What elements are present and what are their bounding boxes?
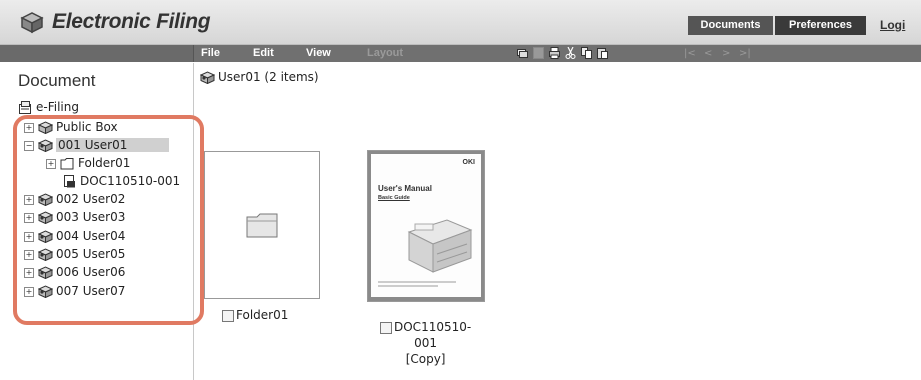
user-box-icon (200, 71, 215, 84)
folder-thumbnail[interactable] (204, 151, 320, 299)
toolbar-spacer (0, 45, 194, 62)
print-icon[interactable] (549, 47, 560, 59)
toolbar: File Edit View Layout |< < > >| (0, 45, 921, 62)
save-icon[interactable] (533, 47, 544, 59)
folder-checkbox[interactable] (222, 309, 234, 322)
document-page-preview: OKI User's Manual Basic Guide (371, 154, 481, 297)
document-name-line: 001 (414, 336, 438, 350)
app-header: Electronic Filing Documents Preferences … (0, 0, 921, 45)
login-link[interactable]: Logi (880, 18, 905, 32)
efiling-icon (19, 101, 31, 114)
tree-root-label: e-Filing (36, 100, 79, 114)
folder-item-label[interactable]: Folder01 (222, 307, 288, 323)
doc-footer-line (378, 281, 456, 283)
document-checkbox[interactable] (380, 321, 392, 334)
doc-subtitle: Basic Guide (378, 195, 410, 201)
breadcrumb-text: User01 (2 items) (218, 70, 319, 84)
document-name-line: DOC110510- (394, 320, 472, 334)
paste-icon[interactable] (597, 47, 608, 59)
view-menu[interactable]: View (306, 46, 331, 61)
main-content: User01 (2 items) Folder01 OKI User's Man… (194, 63, 921, 380)
prev-page-button[interactable]: < (704, 46, 712, 61)
tree-root-efiling[interactable]: e-Filing (18, 100, 79, 114)
callout-highlight (13, 115, 204, 325)
logo-box-icon (20, 12, 44, 34)
file-menu[interactable]: File (201, 46, 220, 61)
copy-icon[interactable] (581, 47, 592, 59)
doc-title: User's Manual (378, 184, 432, 193)
properties-icon[interactable] (517, 47, 528, 59)
next-page-button[interactable]: > (722, 46, 730, 61)
sidebar-title: Document (18, 71, 96, 90)
breadcrumb: User01 (2 items) (200, 70, 319, 84)
first-page-button[interactable]: |< (684, 46, 696, 61)
layout-menu[interactable]: Layout (367, 46, 403, 61)
doc-footer-line (378, 285, 438, 287)
document-name-line: [Copy] (405, 352, 446, 366)
document-item-label[interactable]: DOC110510- 001 [Copy] (380, 319, 471, 367)
folder-name: Folder01 (236, 308, 289, 322)
cut-icon[interactable] (565, 47, 576, 59)
last-page-button[interactable]: >| (739, 46, 751, 61)
edit-menu[interactable]: Edit (253, 46, 274, 61)
document-thumbnail[interactable]: OKI User's Manual Basic Guide (367, 150, 485, 302)
preferences-tab[interactable]: Preferences (775, 16, 866, 35)
doc-brand: OKI (462, 159, 475, 166)
app-title: Electronic Filing (52, 10, 211, 33)
folder-icon (246, 213, 278, 238)
documents-tab[interactable]: Documents (688, 16, 773, 35)
printer-illustration (407, 219, 473, 273)
